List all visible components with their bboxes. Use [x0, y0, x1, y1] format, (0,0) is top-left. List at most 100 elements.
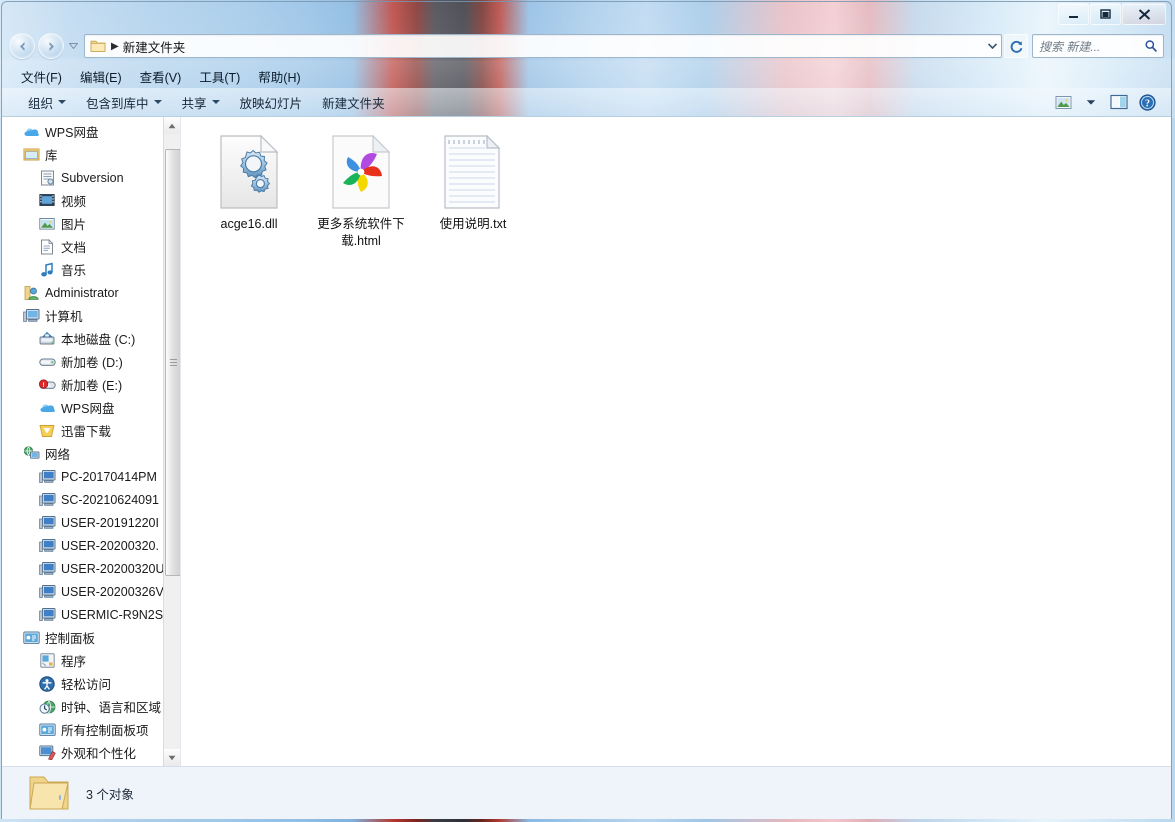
status-object-count: 3 个对象	[86, 787, 134, 802]
nav-item[interactable]: 音乐	[2, 258, 180, 281]
nav-item[interactable]: PC-20170414PM	[2, 465, 180, 488]
panes-container: WPS网盘库 Subversion 视频 图片 文档 音乐 Administrator 计算机…	[2, 117, 1171, 766]
address-bar[interactable]: ▶ 新建文件夹	[84, 34, 1002, 58]
file-name: acge16.dll	[220, 217, 278, 231]
cloud-icon	[22, 123, 40, 141]
nav-item[interactable]: USER-20200320U	[2, 557, 180, 580]
user-icon	[22, 284, 40, 302]
nav-item-label: 所有控制面板项	[61, 724, 149, 738]
scroll-up-icon[interactable]	[164, 117, 180, 134]
window-controls	[1058, 3, 1166, 25]
drive-full-icon: !	[38, 376, 56, 394]
nav-item[interactable]: SC-20210624091	[2, 488, 180, 511]
slideshow-button[interactable]: 放映幻灯片	[230, 89, 313, 116]
menu-item-file[interactable]: 文件(F)	[12, 65, 71, 88]
view-caret-icon[interactable]	[1079, 91, 1103, 113]
minimize-button[interactable]	[1058, 3, 1089, 25]
nav-item[interactable]: WPS网盘	[2, 120, 180, 143]
system-drive-icon	[38, 330, 56, 348]
back-button[interactable]	[9, 33, 35, 59]
nav-item[interactable]: 文档	[2, 235, 180, 258]
scroll-down-icon[interactable]	[164, 749, 180, 766]
search-input[interactable]: 搜索 新建...	[1039, 38, 1144, 55]
file-list-pane[interactable]: acge16.dll 更多系统软件下载.html 使用说明.txt	[181, 117, 1171, 766]
nav-item[interactable]: 新加卷 (D:)	[2, 350, 180, 373]
preview-pane-icon[interactable]	[1107, 91, 1131, 113]
command-toolbar: 组织 包含到库中 共享 放映幻灯片 新建文件夹 ?	[2, 88, 1171, 116]
menu-item-edit[interactable]: 编辑(E)	[71, 65, 131, 88]
nav-item[interactable]: USER-20200320.	[2, 534, 180, 557]
navigation-scrollbar-thumb[interactable]	[165, 149, 180, 576]
nav-item[interactable]: ! 新加卷 (E:)	[2, 373, 180, 396]
nav-item-label: 迅雷下载	[61, 425, 112, 439]
maximize-button[interactable]	[1090, 3, 1121, 25]
menu-item-view[interactable]: 查看(V)	[131, 65, 191, 88]
nav-item-label: 新加卷 (E:)	[61, 379, 123, 393]
pc-icon	[38, 560, 56, 578]
nav-item[interactable]: 轻松访问	[2, 672, 180, 695]
nav-item[interactable]: Administrator	[2, 281, 180, 304]
nav-item[interactable]: WPS网盘	[2, 396, 180, 419]
change-view-icon[interactable]	[1051, 91, 1075, 113]
file-item[interactable]: 使用说明.txt	[417, 129, 529, 257]
share-with-button[interactable]: 共享	[172, 89, 230, 116]
nav-item[interactable]: 外观和个性化	[2, 741, 180, 764]
pc-icon	[38, 583, 56, 601]
nav-item-label: USER-20191220I	[61, 515, 159, 530]
video-icon	[38, 192, 56, 210]
menu-item-help[interactable]: 帮助(H)	[249, 65, 309, 88]
nav-item[interactable]: USER-20200326V	[2, 580, 180, 603]
chevron-down-icon	[58, 100, 67, 104]
nav-item-label: 时钟、语言和区域	[61, 701, 162, 715]
slideshow-label: 放映幻灯片	[239, 96, 303, 111]
nav-item[interactable]: 本地磁盘 (C:)	[2, 327, 180, 350]
chevron-down-icon[interactable]	[983, 43, 1001, 49]
nav-item[interactable]: Subversion	[2, 166, 180, 189]
nav-item-label: 新加卷 (D:)	[61, 356, 123, 370]
toolbar-right-group: ?	[1051, 91, 1159, 113]
chevron-down-icon	[211, 100, 220, 104]
navigation-scrollbar[interactable]	[163, 117, 180, 766]
nav-item[interactable]: 计算机	[2, 304, 180, 327]
refresh-icon[interactable]	[1004, 34, 1028, 58]
nav-item-label: 网络	[45, 448, 71, 462]
recent-pages-dropdown[interactable]	[66, 34, 80, 58]
nav-item[interactable]: 程序	[2, 649, 180, 672]
include-in-library-button[interactable]: 包含到库中	[76, 89, 172, 116]
nav-item[interactable]: 图片	[2, 212, 180, 235]
nav-item[interactable]: 所有控制面板项	[2, 718, 180, 741]
control-panel-icon	[38, 721, 56, 739]
menu-item-tools[interactable]: 工具(T)	[190, 65, 249, 88]
nav-item[interactable]: 迅雷下载	[2, 419, 180, 442]
nav-item-label: SC-20210624091	[61, 492, 159, 507]
pc-icon	[38, 468, 56, 486]
help-icon[interactable]: ?	[1135, 91, 1159, 113]
nav-item[interactable]: 库	[2, 143, 180, 166]
pictures-icon	[38, 215, 56, 233]
text-document-icon	[441, 134, 505, 212]
breadcrumb-path[interactable]: 新建文件夹	[123, 37, 186, 56]
nav-item-label: USER-20200326V	[61, 584, 164, 599]
appearance-icon	[38, 744, 56, 762]
new-folder-button[interactable]: 新建文件夹	[312, 89, 395, 116]
close-button[interactable]	[1122, 3, 1166, 25]
file-item[interactable]: acge16.dll	[193, 129, 305, 257]
forward-button[interactable]	[38, 33, 64, 59]
svg-text:!: !	[42, 382, 44, 389]
nav-item[interactable]: USER-20191220I	[2, 511, 180, 534]
nav-item[interactable]: 时钟、语言和区域	[2, 695, 180, 718]
nav-item[interactable]: 网络	[2, 442, 180, 465]
nav-item[interactable]: 控制面板	[2, 626, 180, 649]
scrollbar-grip-icon	[169, 359, 177, 366]
file-name: 使用说明.txt	[439, 217, 507, 231]
organize-button[interactable]: 组织	[18, 89, 76, 116]
nav-item-label: WPS网盘	[61, 402, 115, 416]
pc-icon	[38, 537, 56, 555]
navigation-pane[interactable]: WPS网盘库 Subversion 视频 图片 文档 音乐 Administrator 计算机…	[2, 117, 181, 766]
nav-item[interactable]: USERMIC-R9N2S	[2, 603, 180, 626]
programs-icon	[38, 652, 56, 670]
nav-item[interactable]: 视频	[2, 189, 180, 212]
file-grid: acge16.dll 更多系统软件下载.html 使用说明.txt	[193, 129, 1171, 261]
file-item[interactable]: 更多系统软件下载.html	[305, 129, 417, 257]
search-box[interactable]: 搜索 新建...	[1032, 34, 1164, 58]
